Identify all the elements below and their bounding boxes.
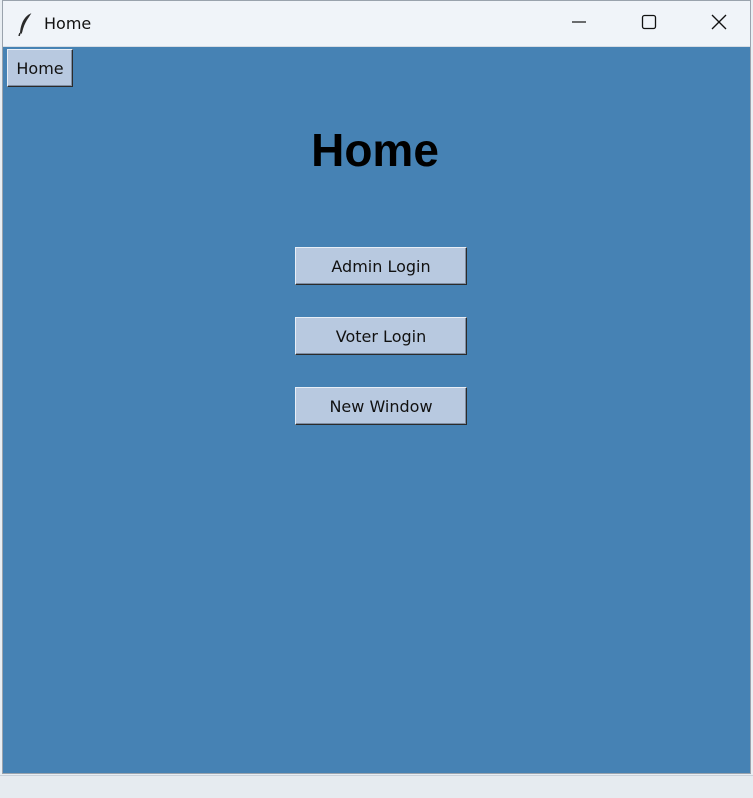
content-area: Home Home Admin Login Voter Login New Wi… — [3, 47, 750, 773]
close-button[interactable] — [684, 1, 750, 47]
maximize-button[interactable] — [614, 1, 684, 47]
app-window: Home Home Home Admin Login Voter Login N… — [2, 0, 751, 774]
window-title: Home — [44, 14, 92, 33]
screen: Home Home Home Admin Login Voter Login N… — [0, 0, 753, 798]
title-bar[interactable]: Home — [3, 1, 750, 47]
home-menu-button[interactable]: Home — [7, 49, 73, 87]
folder-icon[interactable] — [700, 793, 736, 798]
app-icon[interactable] — [642, 793, 670, 798]
admin-login-button[interactable]: Admin Login — [295, 247, 467, 285]
windows-start-icon[interactable] — [501, 793, 537, 798]
voter-login-button[interactable]: Voter Login — [295, 317, 467, 355]
maximize-icon — [641, 14, 657, 34]
close-icon — [711, 14, 727, 34]
minimize-button[interactable] — [544, 1, 614, 47]
feather-icon — [17, 12, 35, 37]
search-icon[interactable] — [570, 793, 598, 798]
taskbar — [0, 775, 753, 798]
minimize-icon — [571, 14, 587, 34]
page-title: Home — [311, 124, 439, 176]
new-window-button[interactable]: New Window — [295, 387, 467, 425]
